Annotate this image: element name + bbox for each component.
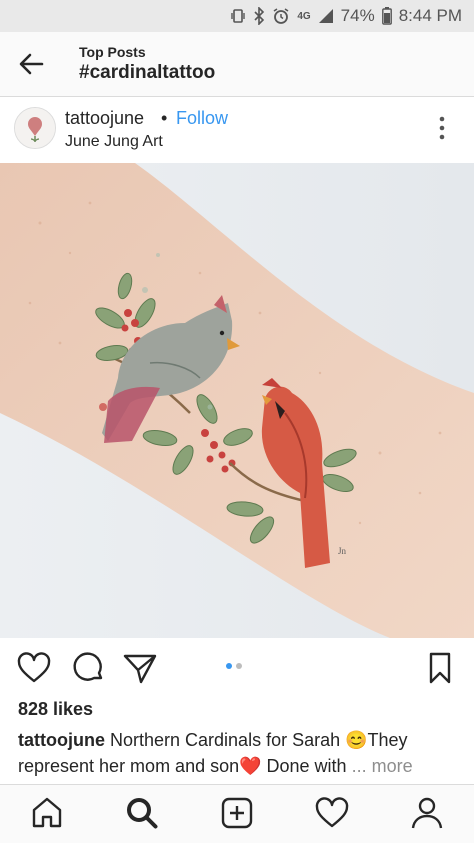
profile-icon[interactable]: [409, 795, 445, 831]
bottom-navigation: [0, 784, 474, 843]
vibrate-icon: [230, 8, 246, 24]
post-actions: [0, 640, 474, 696]
battery-icon: [381, 7, 392, 25]
status-bar: 4G 74% 8:44 PM: [0, 0, 474, 32]
carousel-dot: [236, 663, 242, 669]
post-image[interactable]: Jn: [0, 163, 474, 638]
caption-more-link[interactable]: ... more: [352, 756, 413, 776]
header-bar: Top Posts #cardinaltattoo: [0, 32, 474, 97]
carousel-dot-active: [226, 663, 232, 669]
comment-bubble-icon[interactable]: [70, 650, 106, 686]
bookmark-icon[interactable]: [422, 650, 458, 686]
separator-dot: •: [161, 108, 168, 128]
network-label: 4G: [297, 10, 311, 22]
page-title: #cardinaltattoo: [79, 62, 216, 83]
more-options-icon[interactable]: [432, 115, 452, 141]
caption-username[interactable]: tattoojune: [18, 730, 105, 750]
svg-text:Jn: Jn: [338, 546, 347, 556]
likes-count[interactable]: 828 likes: [18, 699, 93, 720]
share-direct-icon[interactable]: [122, 650, 158, 686]
follow-button[interactable]: Follow: [176, 108, 228, 129]
network-4g-icon: 4G: [297, 11, 310, 22]
post-username[interactable]: tattoojune: [65, 108, 144, 129]
bluetooth-icon: [253, 7, 265, 25]
add-post-icon[interactable]: [219, 795, 255, 831]
home-icon[interactable]: [29, 795, 65, 831]
clock-time: 8:44 PM: [398, 6, 462, 25]
battery-percent: 74%: [340, 6, 375, 25]
post-header: tattoojune • Follow June Jung Art: [0, 97, 474, 163]
activity-heart-icon[interactable]: [314, 795, 350, 831]
back-arrow-icon[interactable]: [16, 50, 48, 78]
alarm-icon: [272, 7, 290, 25]
avatar[interactable]: [14, 107, 56, 149]
like-heart-icon[interactable]: [16, 650, 52, 686]
search-icon[interactable]: [124, 795, 160, 831]
post-location[interactable]: June Jung Art: [65, 133, 163, 151]
header-subtitle: Top Posts: [79, 44, 146, 60]
carousel-indicator: [226, 663, 242, 669]
signal-icon: [318, 8, 334, 24]
post-caption: tattoojune Northern Cardinals for Sarah …: [18, 727, 458, 779]
